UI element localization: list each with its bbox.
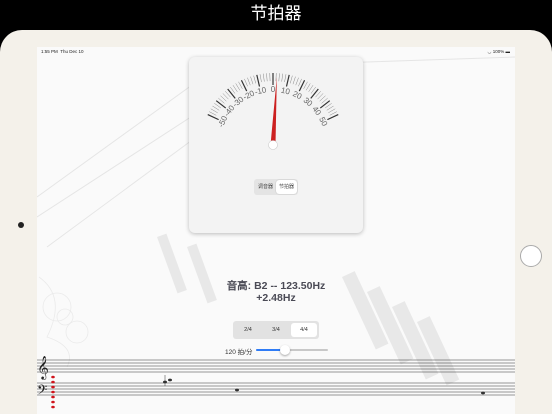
app-caption: 节拍器 bbox=[250, 4, 302, 24]
front-camera bbox=[18, 222, 24, 228]
treble-clef-icon: 𝄞 bbox=[37, 355, 49, 380]
music-staff: 𝄞 𝄢 bbox=[37, 355, 515, 409]
red-note-column bbox=[51, 375, 55, 409]
app-screen: 1:55 PM Thu Dec 10 ◡ 100% ▬ -50 -40 -30 -20… bbox=[37, 47, 515, 414]
ipad-frame: 1:55 PM Thu Dec 10 ◡ 100% ▬ -50 -40 -30 -20… bbox=[0, 30, 552, 414]
home-button[interactable] bbox=[520, 245, 542, 267]
bass-clef-icon: 𝄢 bbox=[37, 382, 47, 401]
